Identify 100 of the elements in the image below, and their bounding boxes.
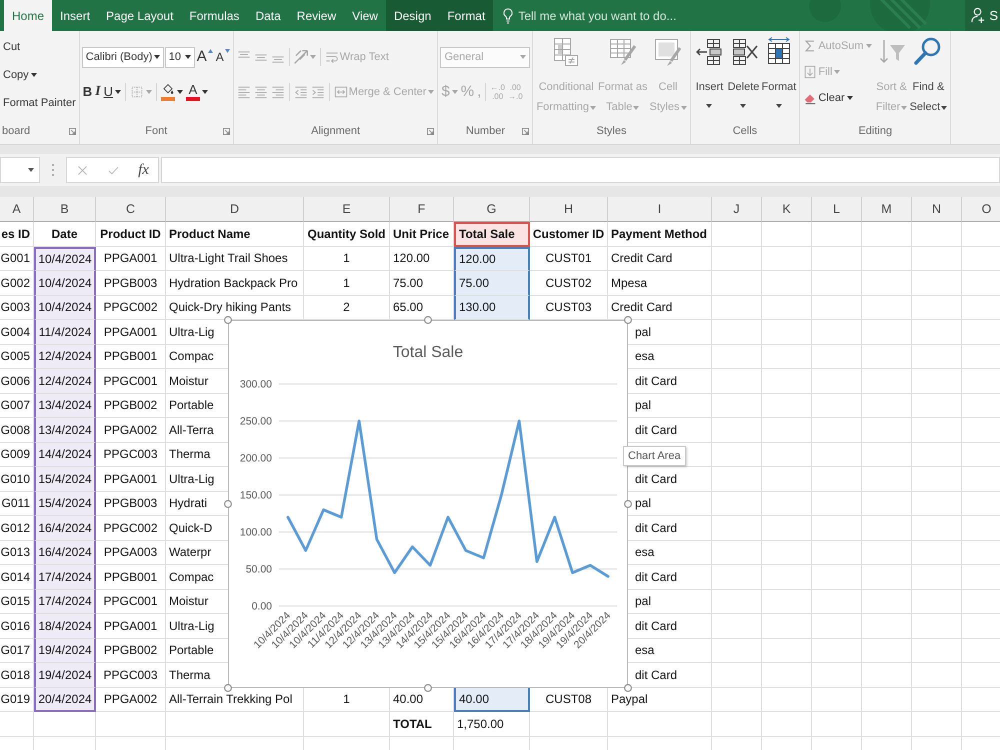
cell-text: pal [635,594,652,608]
clear-button[interactable]: Clear [802,87,854,109]
column-header[interactable]: N [912,197,962,222]
format-button[interactable]: Format [760,31,798,121]
column-header[interactable]: J [712,197,762,222]
cell-text: Quick-Dry hiking Pants [169,300,292,314]
find-select-button[interactable]: Find & Select [908,31,948,121]
resize-handle-icon[interactable] [624,316,632,324]
cell-text: dit Card [635,472,678,486]
italic-button[interactable]: I [94,81,102,103]
table-cell [762,442,812,467]
ribbon-tab[interactable]: Home [4,0,52,31]
font-name-dropdown[interactable]: Calibri (Body) [82,46,164,68]
cell-text: G002 [0,276,30,290]
cell-text: G010 [0,472,30,486]
column-header[interactable]: O [962,197,1000,222]
formula-input[interactable] [161,157,1000,183]
copy-button[interactable]: Copy [2,64,38,86]
grip-icon[interactable] [51,163,55,177]
column-header[interactable]: F [390,197,454,222]
cell-text: PPGB001 [104,349,158,364]
y-axis-label: 0.00 [252,600,272,612]
add-person-icon [971,7,986,24]
table-cell [762,296,812,320]
ribbon-tab[interactable]: Format [439,0,494,31]
table-cell [912,271,962,296]
ribbon-tab[interactable]: Page Layout [98,0,182,31]
cell-text: 14/4/2024 [38,447,92,462]
account-button[interactable]: S [965,0,1000,31]
table-cell [762,492,812,516]
table-cell [912,344,962,369]
column-header[interactable]: G [454,197,530,222]
underline-button[interactable]: U [102,81,122,103]
ribbon-tab[interactable]: Design [386,0,440,31]
resize-handle-icon[interactable] [224,684,232,692]
ribbon-tab[interactable]: View [344,0,386,31]
ribbon-tab[interactable]: Data [247,0,289,31]
table-cell [862,418,912,442]
ribbon-tab[interactable]: Formulas [181,0,248,31]
column-header[interactable]: A [0,197,34,222]
cell-text: esa [635,349,654,364]
bold-button[interactable]: B [82,81,94,103]
table-cell [762,344,812,369]
dialog-launcher-icon[interactable] [522,128,530,135]
cell-text: Moistur [169,594,208,608]
chart-title: Total Sale [392,344,464,361]
cell-text: G017 [0,643,30,658]
dialog-launcher-icon[interactable] [68,128,76,135]
column-header[interactable]: D [166,197,304,222]
tell-me-search-field[interactable]: Tell me what you want to do... [518,8,702,22]
column-header[interactable]: H [530,197,608,222]
cell-text: Mpesa [611,276,648,290]
resize-handle-icon[interactable] [224,500,232,508]
cell-text: PPGB001 [104,570,158,584]
y-axis-label: 200.00 [240,452,272,464]
resize-handle-icon[interactable] [624,500,632,508]
shrink-font-button[interactable]: A [214,46,231,68]
resize-handle-icon[interactable] [624,684,632,692]
table-cell [912,394,962,418]
dialog-launcher-icon[interactable] [222,128,230,135]
cell-text: Ultra-Lig [169,324,214,339]
insert-button[interactable]: Insert [692,31,726,121]
column-heading: Payment Method [611,226,708,241]
column-header[interactable]: B [34,197,96,222]
column-header[interactable]: C [96,197,166,222]
table-cell [812,320,862,344]
y-axis-label: 250.00 [240,416,272,428]
column-header[interactable]: I [608,197,712,222]
table-cell [862,516,912,540]
delete-button[interactable]: Delete [726,31,760,121]
grow-font-button[interactable]: A [196,46,214,68]
resize-handle-icon[interactable] [224,316,232,324]
group-label: Number [466,125,505,137]
dialog-launcher-icon[interactable] [427,128,434,135]
cell-text: PPGC001 [103,594,158,608]
table-cell [862,540,912,565]
table-cell [912,246,962,271]
name-box[interactable] [0,157,40,183]
format-painter-button[interactable]: Format Painter [2,92,77,114]
column-header[interactable]: M [862,197,912,222]
column-header[interactable]: L [812,197,862,222]
resize-handle-icon[interactable] [424,316,432,324]
cell-text: 17/4/2024 [38,594,92,608]
font-color-button[interactable]: A [184,81,209,103]
table-cell [912,638,962,663]
column-header[interactable]: K [762,197,812,222]
table-cell [812,442,862,467]
column-header[interactable]: E [304,197,390,222]
ribbon-tab[interactable]: Review [288,0,344,31]
ribbon-tab[interactable]: Insert [52,0,98,31]
cell-text: 20/4/2024 [38,692,92,706]
font-size-dropdown[interactable]: 10 [164,46,195,68]
column-heading: Quantity Sold [308,226,386,241]
cell-text: 19/4/2024 [38,668,92,682]
cut-button[interactable]: Cut [2,36,22,58]
cell-text: PPGC003 [103,447,158,462]
cell-text: PPGA003 [104,545,158,560]
line-chart[interactable] [228,320,628,688]
insert-function-button[interactable]: fx [135,162,152,178]
table-cell [912,712,962,736]
